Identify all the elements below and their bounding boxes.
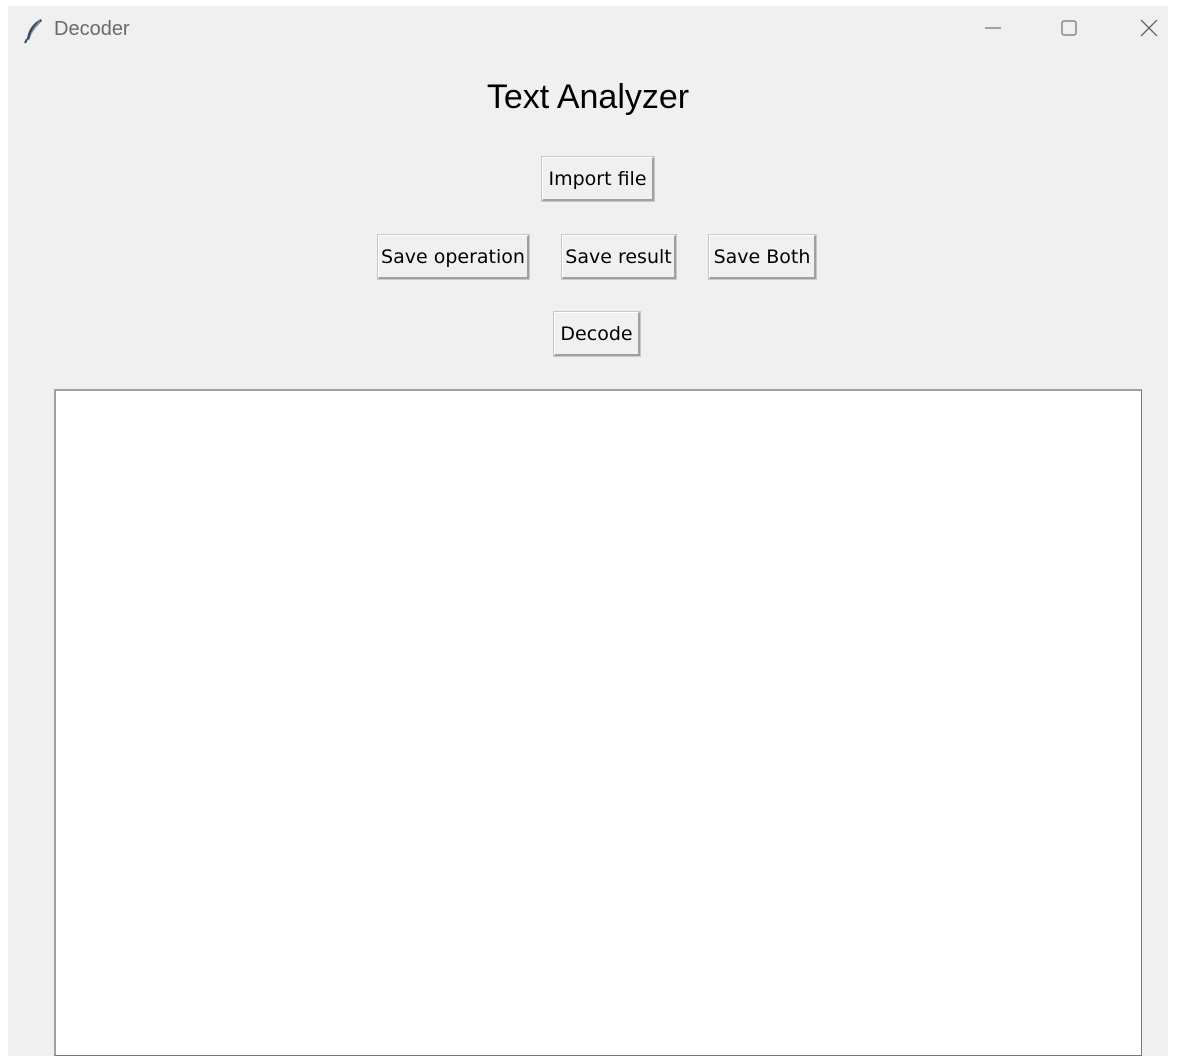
decode-button[interactable]: Decode (553, 311, 641, 357)
maximize-button[interactable] (1046, 10, 1092, 50)
feather-icon (24, 18, 44, 44)
minimize-icon (984, 19, 1002, 42)
close-icon (1140, 19, 1158, 42)
minimize-button[interactable] (970, 10, 1016, 50)
window-title: Decoder (54, 18, 130, 40)
import-file-button[interactable]: Import file (541, 156, 655, 202)
maximize-icon (1060, 19, 1078, 42)
text-area[interactable] (54, 389, 1142, 1056)
app-window: Decoder Text Analyzer Import file Save o… (8, 6, 1168, 1056)
save-both-button[interactable]: Save Both (708, 234, 817, 280)
save-operation-button[interactable]: Save operation (377, 234, 530, 280)
page-title: Text Analyzer (486, 78, 690, 116)
save-result-button[interactable]: Save result (561, 234, 677, 280)
title-bar[interactable]: Decoder (8, 6, 1168, 54)
close-button[interactable] (1126, 10, 1168, 50)
